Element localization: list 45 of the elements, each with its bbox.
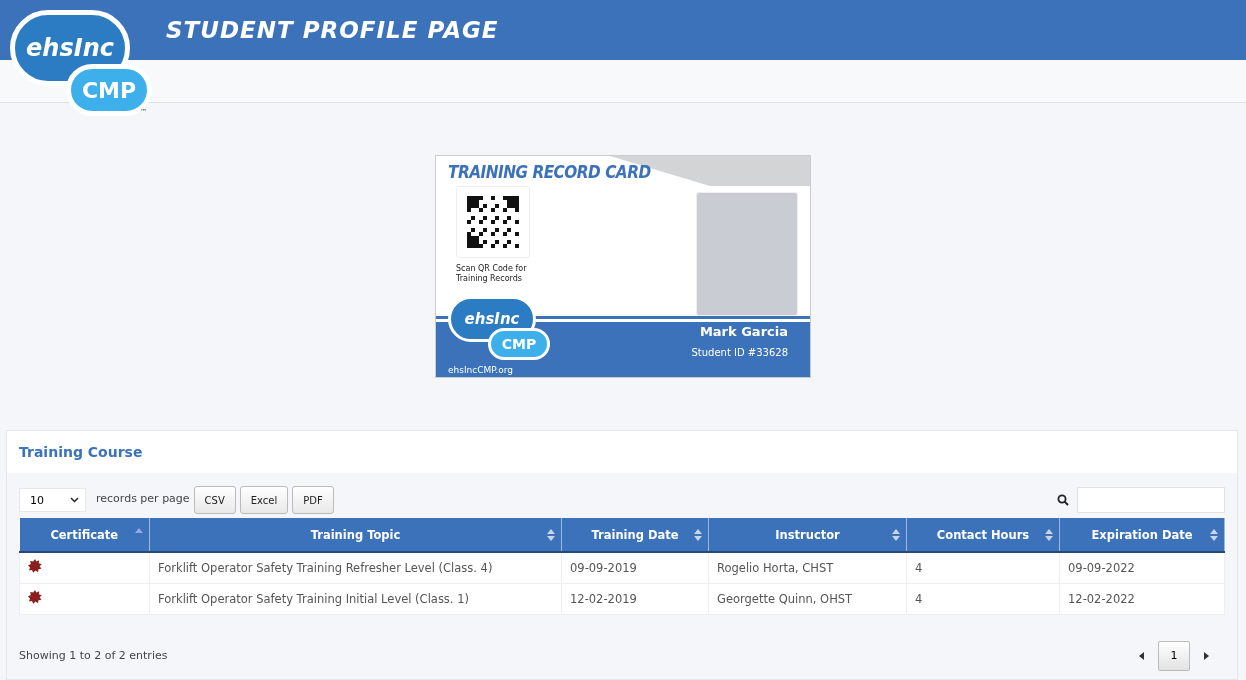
sort-ascending-icon	[135, 528, 143, 533]
page-size-label: records per page	[96, 491, 190, 505]
next-page-icon[interactable]	[1204, 651, 1209, 660]
column-header[interactable]: Instructor	[708, 518, 907, 552]
card-website: ehsIncCMP.org	[448, 365, 513, 375]
qr-caption: Scan QR Code for Training Records	[456, 264, 528, 284]
export-button[interactable]: CSV	[193, 486, 236, 514]
column-header[interactable]: Training Date	[561, 518, 709, 552]
entries-info: Showing 1 to 2 of 2 entries	[19, 649, 168, 662]
column-header[interactable]: Training Topic	[149, 518, 562, 552]
page-title: STUDENT PROFILE PAGE	[166, 17, 499, 43]
column-header[interactable]: Contact Hours	[906, 518, 1060, 552]
qr-code-icon	[467, 196, 519, 248]
column-header[interactable]: Certificate	[19, 518, 150, 552]
card-logo-bottom: CMP	[488, 328, 550, 360]
table-cell: Rogelio Horta, CHST	[708, 552, 907, 583]
table-cell: 12-02-2019	[561, 583, 709, 614]
export-button[interactable]: PDF	[292, 486, 334, 514]
table-cell: Forklift Operator Safety Training Initial Level (Class. 1)	[149, 583, 562, 614]
search-field[interactable]	[1077, 487, 1225, 513]
panel-title: Training Course	[19, 444, 143, 460]
certificate-seal-icon[interactable]	[28, 559, 42, 574]
sort-icon	[1210, 529, 1218, 541]
student-id: Student ID #33628	[691, 347, 788, 358]
table-cell: 4	[906, 583, 1060, 614]
table-cell: 4	[906, 552, 1060, 583]
table-cell: Georgette Quinn, OHST	[708, 583, 907, 614]
student-name: Mark Garcia	[699, 324, 788, 339]
certificate-seal-icon[interactable]	[28, 590, 42, 604]
sort-icon	[892, 529, 900, 541]
export-button[interactable]: Excel	[239, 486, 289, 514]
page-button[interactable]: 1	[1158, 640, 1190, 671]
table-cell: 12-02-2022	[1059, 583, 1225, 614]
page-size-select[interactable]: 10	[19, 488, 86, 512]
card-title: TRAINING RECORD CARD	[448, 162, 651, 182]
table-cell: 09-09-2022	[1059, 552, 1225, 583]
table-cell: 09-09-2019	[561, 552, 709, 583]
column-header[interactable]: Expiration Date	[1059, 518, 1225, 552]
search-icon	[1057, 494, 1069, 506]
chevron-down-icon	[70, 497, 79, 503]
previous-page-icon[interactable]	[1139, 651, 1144, 660]
sort-icon	[1045, 529, 1053, 541]
table-cell: Forklift Operator Safety Training Refresher Level (Class. 4)	[149, 552, 562, 583]
sort-icon	[694, 529, 702, 541]
sort-icon	[547, 529, 555, 541]
